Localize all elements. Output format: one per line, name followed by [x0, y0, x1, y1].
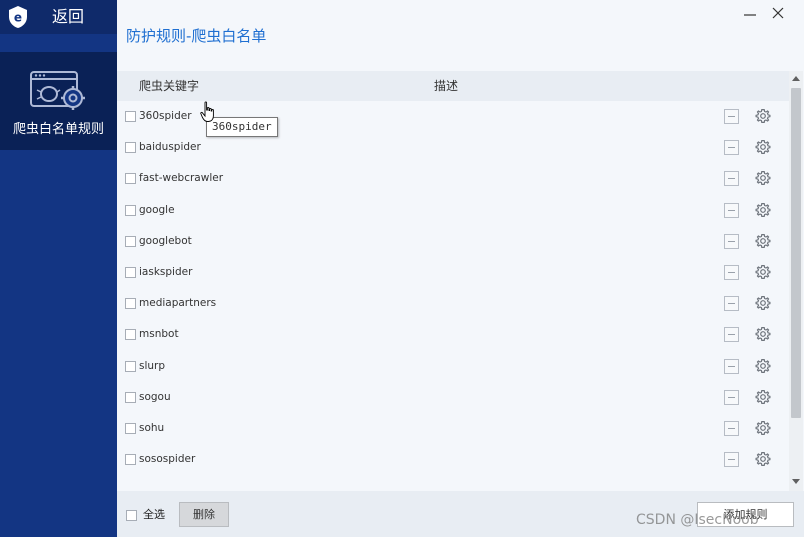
table-row[interactable]: iaskspider	[117, 257, 789, 288]
back-label: 返回	[52, 7, 85, 26]
main-panel: 防护规则-爬虫白名单 爬虫关键字 描述 360spider baiduspider…	[117, 0, 804, 537]
row-checkbox[interactable]	[125, 329, 136, 341]
vertical-scrollbar[interactable]	[789, 71, 803, 491]
table-row[interactable]: msnbot	[117, 319, 789, 350]
row-checkbox[interactable]	[125, 267, 136, 278]
table-row[interactable]: slurp	[117, 351, 789, 382]
select-all-label: 全选	[143, 508, 165, 521]
svg-text:e: e	[14, 11, 22, 25]
row-checkbox[interactable]	[125, 142, 136, 154]
row-keyword: 360spider	[139, 110, 192, 122]
watermark: CSDN @IsecNoob	[636, 512, 759, 528]
row-checkbox[interactable]	[125, 360, 136, 372]
sidebar: e 返回 爬虫白名单规则	[0, 0, 117, 537]
gear-icon[interactable]	[755, 295, 771, 311]
page-title: 防护规则-爬虫白名单	[126, 27, 267, 45]
row-checkbox[interactable]	[125, 173, 136, 185]
back-button[interactable]: e 返回	[0, 0, 117, 34]
remove-rule-button[interactable]	[724, 202, 739, 218]
table-row[interactable]: mediapartners	[117, 288, 789, 319]
row-keyword: sosospider	[139, 453, 196, 466]
browser-bug-gear-icon	[30, 71, 85, 110]
row-keyword: iaskspider	[139, 266, 193, 278]
row-checkbox[interactable]	[125, 423, 136, 434]
gear-icon[interactable]	[755, 170, 771, 186]
checkbox-box[interactable]	[126, 509, 137, 521]
scroll-up-arrow-icon[interactable]	[792, 75, 800, 81]
remove-rule-button[interactable]	[724, 421, 739, 436]
shield-logo-icon: e	[9, 6, 27, 28]
row-keyword: slurp	[139, 359, 166, 372]
scrollbar-thumb[interactable]	[791, 88, 801, 418]
row-keyword: msnbot	[139, 328, 179, 341]
row-keyword: googlebot	[139, 234, 192, 247]
remove-rule-button[interactable]	[724, 452, 739, 468]
remove-rule-button[interactable]	[724, 358, 739, 374]
hand-pointer-cursor-icon	[200, 101, 214, 122]
close-icon[interactable]	[769, 4, 787, 22]
table-row[interactable]: fast-webcrawler	[117, 163, 789, 194]
sidebar-item-crawler-whitelist[interactable]: 爬虫白名单规则	[0, 52, 117, 150]
remove-rule-button[interactable]	[724, 327, 739, 343]
table-row[interactable]: sosospider	[117, 444, 789, 475]
remove-rule-button[interactable]	[724, 140, 739, 156]
scroll-down-arrow-icon[interactable]	[792, 479, 800, 485]
column-header-keyword[interactable]: 爬虫关键字	[139, 79, 199, 93]
row-keyword: sogou	[139, 390, 171, 403]
gear-icon[interactable]	[755, 389, 771, 405]
table-row[interactable]: google	[117, 195, 789, 226]
minimize-icon[interactable]	[741, 4, 759, 22]
gear-icon[interactable]	[755, 358, 771, 374]
gear-icon[interactable]	[755, 264, 771, 280]
row-keyword: fast-webcrawler	[139, 172, 224, 185]
row-keyword: mediapartners	[139, 297, 217, 310]
row-checkbox[interactable]	[125, 454, 136, 466]
row-checkbox[interactable]	[125, 204, 136, 216]
row-keyword: google	[139, 203, 175, 216]
column-header-description[interactable]: 描述	[434, 79, 458, 93]
gear-icon[interactable]	[755, 233, 771, 249]
table-row[interactable]: googlebot	[117, 226, 789, 257]
gear-icon[interactable]	[755, 451, 771, 467]
sidebar-item-label: 爬虫白名单规则	[12, 122, 104, 137]
remove-rule-button[interactable]	[724, 296, 739, 312]
remove-rule-button[interactable]	[724, 233, 739, 249]
gear-icon[interactable]	[755, 108, 771, 124]
gear-icon[interactable]	[755, 202, 771, 218]
row-checkbox[interactable]	[125, 391, 136, 403]
gear-icon[interactable]	[755, 139, 771, 155]
remove-rule-button[interactable]	[724, 171, 739, 187]
table-row[interactable]: sogou	[117, 382, 789, 413]
row-keyword: sohu	[139, 422, 165, 434]
table-row[interactable]: sohu	[117, 413, 789, 444]
row-checkbox[interactable]	[125, 235, 136, 247]
table-header: 爬虫关键字 描述	[117, 71, 789, 101]
gear-icon[interactable]	[755, 420, 771, 436]
keyword-tooltip: 360spider	[206, 117, 278, 137]
row-checkbox[interactable]	[125, 298, 136, 310]
row-checkbox[interactable]	[125, 111, 136, 122]
select-all-checkbox[interactable]: 全选	[126, 509, 165, 521]
remove-rule-button[interactable]	[724, 389, 739, 405]
remove-rule-button[interactable]	[724, 265, 739, 280]
remove-rule-button[interactable]	[724, 109, 739, 124]
row-keyword: baiduspider	[139, 141, 201, 154]
rules-table: 360spider baiduspider fast-webcrawler googl…	[117, 101, 789, 491]
delete-button[interactable]: 删除	[179, 502, 229, 527]
gear-icon[interactable]	[755, 326, 771, 342]
